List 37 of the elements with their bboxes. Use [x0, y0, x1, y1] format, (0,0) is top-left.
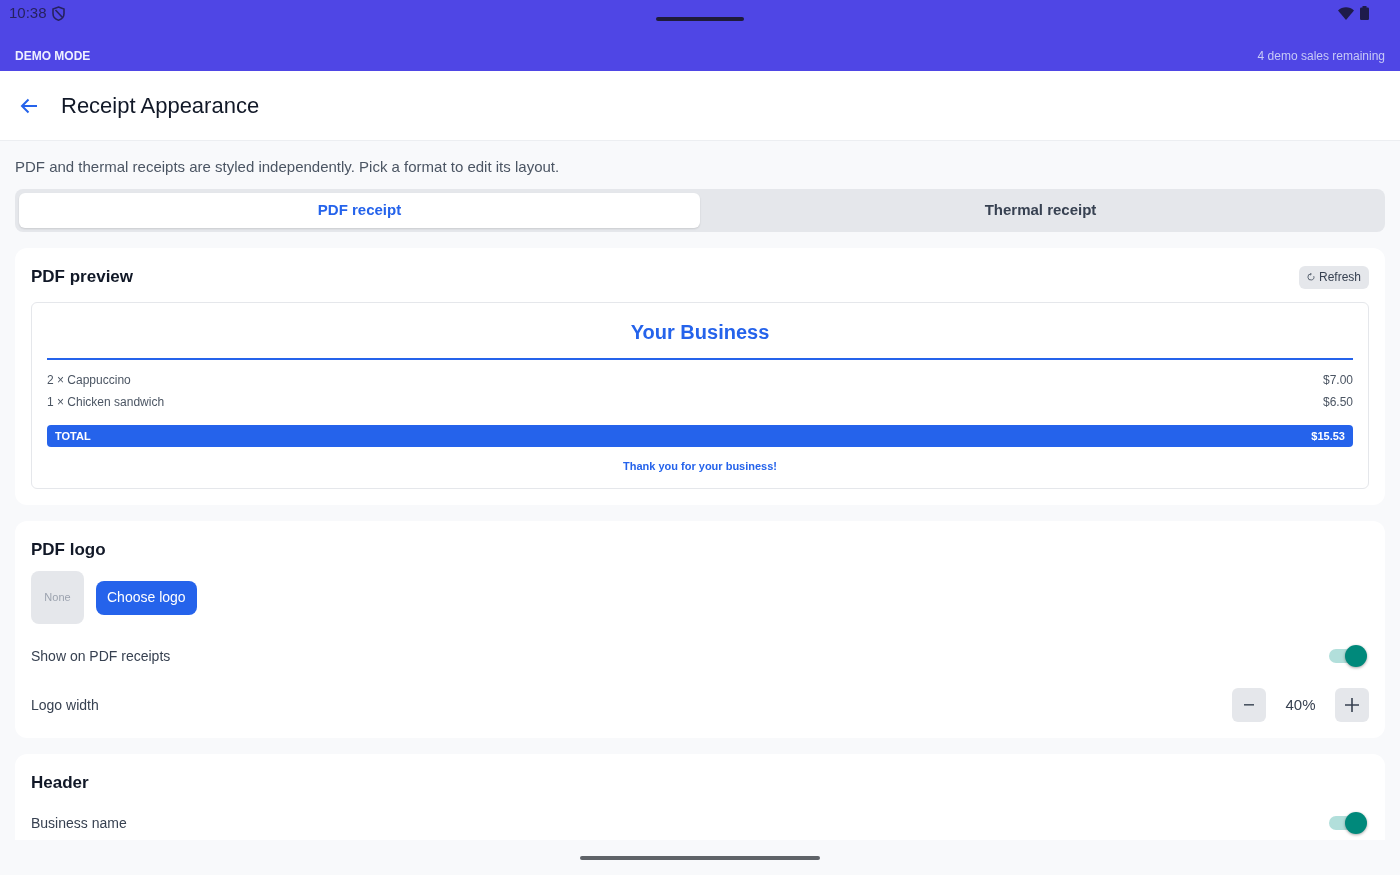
choose-logo-button[interactable]: Choose logo — [96, 580, 197, 615]
card-title: Header — [31, 772, 89, 795]
receipt-item: 2 × Cappuccino — [47, 372, 131, 389]
shield-icon — [51, 5, 65, 21]
gesture-handle-icon — [656, 17, 744, 21]
refresh-button[interactable]: Refresh — [1298, 265, 1369, 289]
page-title: Receipt Appearance — [61, 92, 260, 120]
receipt-item: 1 × Chicken sandwich — [47, 394, 165, 411]
receipt-item-amount: $7.00 — [1322, 372, 1353, 389]
logo-preview-field: None — [31, 571, 84, 624]
increase-button[interactable] — [1335, 688, 1369, 722]
toggle-switch[interactable] — [1329, 644, 1367, 668]
setting-label: Logo width — [31, 695, 99, 715]
intro-text: PDF and thermal receipts are styled independently. Pick a format to edit its layout. — [15, 157, 561, 177]
minus-icon — [1244, 704, 1254, 706]
logo-width-value: 40% — [1284, 694, 1317, 715]
setting-label: Business name — [31, 813, 127, 833]
battery-icon — [1360, 6, 1369, 20]
setting-label: Show on PDF receipts — [31, 646, 171, 666]
format-tab[interactable]: PDF receipt — [19, 193, 700, 228]
refresh-icon — [1306, 273, 1315, 281]
card-title: PDF preview — [31, 266, 134, 289]
receipt-item-amount: $6.50 — [1322, 394, 1353, 411]
demo-sales-remaining: 4 demo sales remaining — [1257, 47, 1385, 65]
back-arrow-icon — [20, 97, 38, 114]
demo-mode-label: DEMO MODE — [15, 47, 91, 65]
toggle-switch[interactable] — [1329, 811, 1367, 835]
total-amount: $15.53 — [1311, 428, 1345, 444]
receipt-footer: Thank you for your business! — [47, 458, 1353, 474]
receipt-business-name: Your Business — [629, 320, 771, 345]
wifi-icon — [1338, 6, 1354, 20]
total-label: TOTAL — [55, 428, 91, 444]
format-tab[interactable]: Thermal receipt — [700, 193, 1381, 228]
home-handle-icon — [580, 855, 820, 860]
plus-icon — [1345, 698, 1359, 712]
status-time: 10:38 — [9, 2, 47, 23]
card-title: PDF logo — [31, 539, 106, 562]
